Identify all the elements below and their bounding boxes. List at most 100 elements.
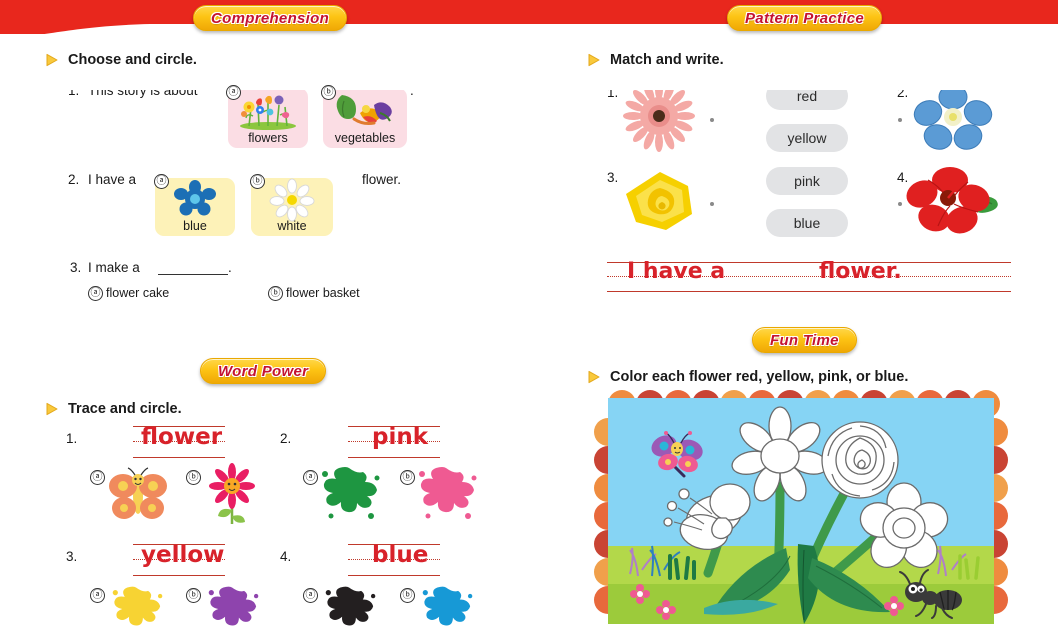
black-paint-splat-icon[interactable] [315,584,383,639]
pink-flower-icon[interactable] [204,463,260,531]
instruction-label: Choose and circle. [68,52,197,68]
sentence-part-2: flower. [819,259,902,284]
option-mark-a[interactable]: ⓐ [303,470,318,485]
item-number: 2. [280,431,292,446]
arrow-bullet-icon [44,52,60,68]
item-number: 3. [66,549,78,564]
coloring-picture[interactable] [608,398,994,624]
banner-fun-time-label: Fun Time [770,331,839,349]
option-mark-b[interactable]: ⓑ [321,85,336,100]
top-band-curve [0,24,1058,90]
instruction-color-each-flower: Color each flower red, yellow, pink, or … [586,369,908,385]
match-dot[interactable] [898,202,902,206]
trace-word: flower [141,424,223,450]
instruction-match-and-write: Match and write. [586,52,724,68]
sentence-part-1: I have a [627,259,726,284]
match-dot[interactable] [710,118,714,122]
option-card-white[interactable]: white [251,178,333,236]
butterfly-icon[interactable] [108,466,168,527]
arrow-bullet-icon [586,52,602,68]
trace-word: yellow [141,542,225,568]
word-pill-blue[interactable]: blue [766,209,848,237]
option-card-label: blue [183,219,207,233]
rose-outline [821,421,899,499]
ant-icon [899,569,962,619]
trace-line-blue[interactable]: blue [348,542,440,576]
banner-comprehension-label: Comprehension [211,9,330,27]
choice-mark-a[interactable]: ⓐ [88,286,103,301]
option-card-label: flowers [248,131,288,145]
choice-label-flower-basket[interactable]: flower basket [286,286,360,300]
instruction-label: Match and write. [610,52,724,68]
option-card-label: vegetables [334,131,396,145]
lily-outline [663,483,751,551]
question-prompt: I have a [88,172,137,187]
word-pill-label: yellow [787,130,827,146]
butterfly-icon [651,431,703,478]
banner-pattern-practice-label: Pattern Practice [745,9,865,27]
red-hibiscus-icon[interactable] [906,167,1000,237]
item-number: 1. [66,431,78,446]
word-pill-label: pink [794,173,820,189]
word-pill-pink[interactable]: pink [766,167,848,195]
question-suffix: . [228,260,232,275]
blue-flower-icon [155,180,235,216]
sentence-writing-line[interactable]: I have a flower. [607,259,1011,292]
purple-paint-splat-icon[interactable] [198,584,266,639]
option-mark-a[interactable]: ⓐ [303,588,318,603]
option-mark-b[interactable]: ⓑ [186,588,201,603]
instruction-choose-and-circle: Choose and circle. [44,52,197,68]
option-mark-b[interactable]: ⓑ [186,470,201,485]
arrow-bullet-icon [586,369,602,385]
banner-word-power-label: Word Power [218,362,309,380]
match-dot[interactable] [898,118,902,122]
option-mark-a[interactable]: ⓐ [226,85,241,100]
option-mark-b[interactable]: ⓑ [400,470,415,485]
choice-mark-b[interactable]: ⓑ [268,286,283,301]
leaf-icon [704,544,890,624]
question-prompt: I make a [88,260,140,275]
trace-word: blue [372,542,429,568]
question-suffix: flower. [362,172,402,187]
option-card-flowers[interactable]: flowers [228,88,308,148]
instruction-trace-and-circle: Trace and circle. [44,401,182,417]
word-pill-label: red [796,88,818,104]
question-number: 3. [70,260,82,275]
trace-line-yellow[interactable]: yellow [133,542,225,576]
blue-forget-me-not-icon[interactable] [912,83,994,154]
option-mark-b[interactable]: ⓑ [400,588,415,603]
answer-blank[interactable] [158,274,228,275]
word-pill-label: blue [793,215,821,231]
flower-bouquet-icon [228,92,308,130]
blue-paint-splat-icon[interactable] [412,584,480,639]
trace-word: pink [372,424,429,450]
item-number: 4. [280,549,292,564]
trace-line-flower[interactable]: flower [133,424,225,458]
match-dot[interactable] [710,202,714,206]
word-pill-yellow[interactable]: yellow [766,124,848,152]
question-number: 2. [68,172,80,187]
yellow-paint-splat-icon[interactable] [102,584,170,639]
banner-fun-time: Fun Time [752,327,857,353]
vegetables-icon [323,92,407,128]
option-card-blue[interactable]: blue [155,178,235,236]
banner-pattern-practice: Pattern Practice [727,5,883,31]
match-number: 4. [897,170,909,185]
instruction-label: Color each flower red, yellow, pink, or … [610,369,909,385]
option-mark-a[interactable]: ⓐ [154,174,169,189]
option-mark-a[interactable]: ⓐ [90,470,105,485]
banner-word-power: Word Power [200,358,327,384]
option-card-vegetables[interactable]: vegetables [323,88,407,148]
green-paint-splat-icon[interactable] [315,464,383,527]
yellow-rose-icon[interactable] [622,170,698,237]
option-mark-b[interactable]: ⓑ [250,174,265,189]
match-number: 3. [607,170,619,185]
arrow-bullet-icon [44,401,60,417]
banner-comprehension: Comprehension [193,5,348,31]
option-mark-a[interactable]: ⓐ [90,588,105,603]
pink-paint-splat-icon[interactable] [412,464,480,527]
pink-gerbera-icon[interactable] [622,80,696,154]
choice-label-flower-cake[interactable]: flower cake [106,286,169,300]
trace-line-pink[interactable]: pink [348,424,440,458]
instruction-label: Trace and circle. [68,401,182,417]
